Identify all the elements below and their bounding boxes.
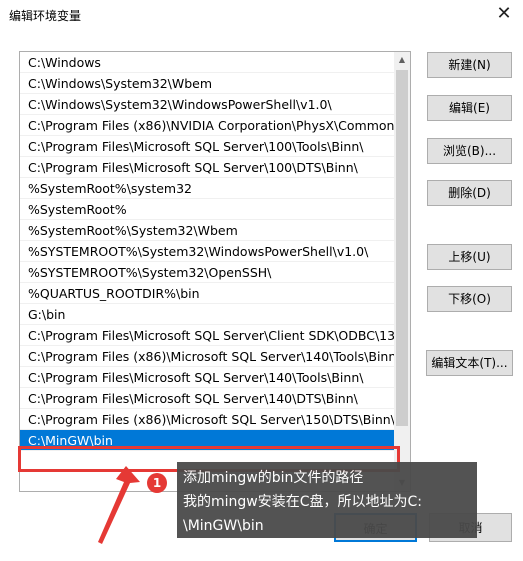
path-list-item[interactable]: C:\Program Files\Microsoft SQL Server\14… xyxy=(20,388,394,409)
annotation-callout: 添加mingw的bin文件的路径 我的mingw安装在C盘，所以地址为C: \M… xyxy=(177,462,477,538)
annotation-arrow-icon xyxy=(98,466,140,544)
path-list-item[interactable]: %SystemRoot%\System32\Wbem xyxy=(20,220,394,241)
edit-button[interactable]: 编辑(E) xyxy=(427,95,512,121)
path-list-item[interactable]: C:\Program Files\Microsoft SQL Server\10… xyxy=(20,136,394,157)
title-bar: 编辑环境变量 ✕ xyxy=(0,0,523,30)
path-list-item[interactable]: C:\Program Files\Microsoft SQL Server\Cl… xyxy=(20,325,394,346)
move-up-button[interactable]: 上移(U) xyxy=(427,244,512,270)
browse-button[interactable]: 浏览(B)... xyxy=(427,138,512,164)
move-down-button[interactable]: 下移(O) xyxy=(427,286,512,312)
path-list-item[interactable]: %QUARTUS_ROOTDIR%\bin xyxy=(20,283,394,304)
vertical-scrollbar[interactable]: ▲ ▼ xyxy=(394,52,410,491)
scroll-thumb[interactable] xyxy=(396,70,408,426)
path-list-item[interactable]: C:\Program Files\Microsoft SQL Server\14… xyxy=(20,367,394,388)
path-list-item[interactable]: %SYSTEMROOT%\System32\OpenSSH\ xyxy=(20,262,394,283)
path-list-item[interactable]: C:\Windows xyxy=(20,52,394,73)
scroll-up-icon[interactable]: ▲ xyxy=(394,52,410,68)
annotation-badge: 1 xyxy=(147,473,167,493)
window-title: 编辑环境变量 xyxy=(9,9,82,23)
path-list-item[interactable]: %SystemRoot% xyxy=(20,199,394,220)
callout-line-3: \MinGW\bin xyxy=(183,518,264,534)
close-icon[interactable]: ✕ xyxy=(493,3,515,25)
path-listbox[interactable]: C:\Windows C:\Windows\System32\Wbem C:\Win… xyxy=(19,51,411,492)
path-list-item[interactable]: C:\Program Files (x86)\Microsoft SQL Ser… xyxy=(20,409,394,430)
path-list-item[interactable]: G:\bin xyxy=(20,304,394,325)
path-list-item[interactable]: C:\Windows\System32\WindowsPowerShell\v1… xyxy=(20,94,394,115)
path-list-item[interactable]: %SystemRoot%\system32 xyxy=(20,178,394,199)
path-rows: C:\Windows C:\Windows\System32\Wbem C:\Win… xyxy=(20,52,394,472)
path-list-item[interactable]: C:\Program Files (x86)\NVIDIA Corporatio… xyxy=(20,115,394,136)
edit-text-button[interactable]: 编辑文本(T)... xyxy=(426,350,513,376)
path-list-item[interactable]: C:\Windows\System32\Wbem xyxy=(20,73,394,94)
edit-env-variable-dialog: 编辑环境变量 ✕ C:\Windows C:\Windows\System32\W… xyxy=(0,0,523,561)
path-list-item[interactable]: C:\Program Files (x86)\Microsoft SQL Ser… xyxy=(20,346,394,367)
callout-line-2: 我的mingw安装在C盘，所以地址为C: xyxy=(183,494,423,510)
new-button[interactable]: 新建(N) xyxy=(427,52,512,78)
path-list-item[interactable]: %SYSTEMROOT%\System32\WindowsPowerShell\… xyxy=(20,241,394,262)
path-list-item[interactable]: C:\Program Files\Microsoft SQL Server\10… xyxy=(20,157,394,178)
callout-line-1: 添加mingw的bin文件的路径 xyxy=(183,470,364,486)
delete-button[interactable]: 删除(D) xyxy=(427,180,512,206)
